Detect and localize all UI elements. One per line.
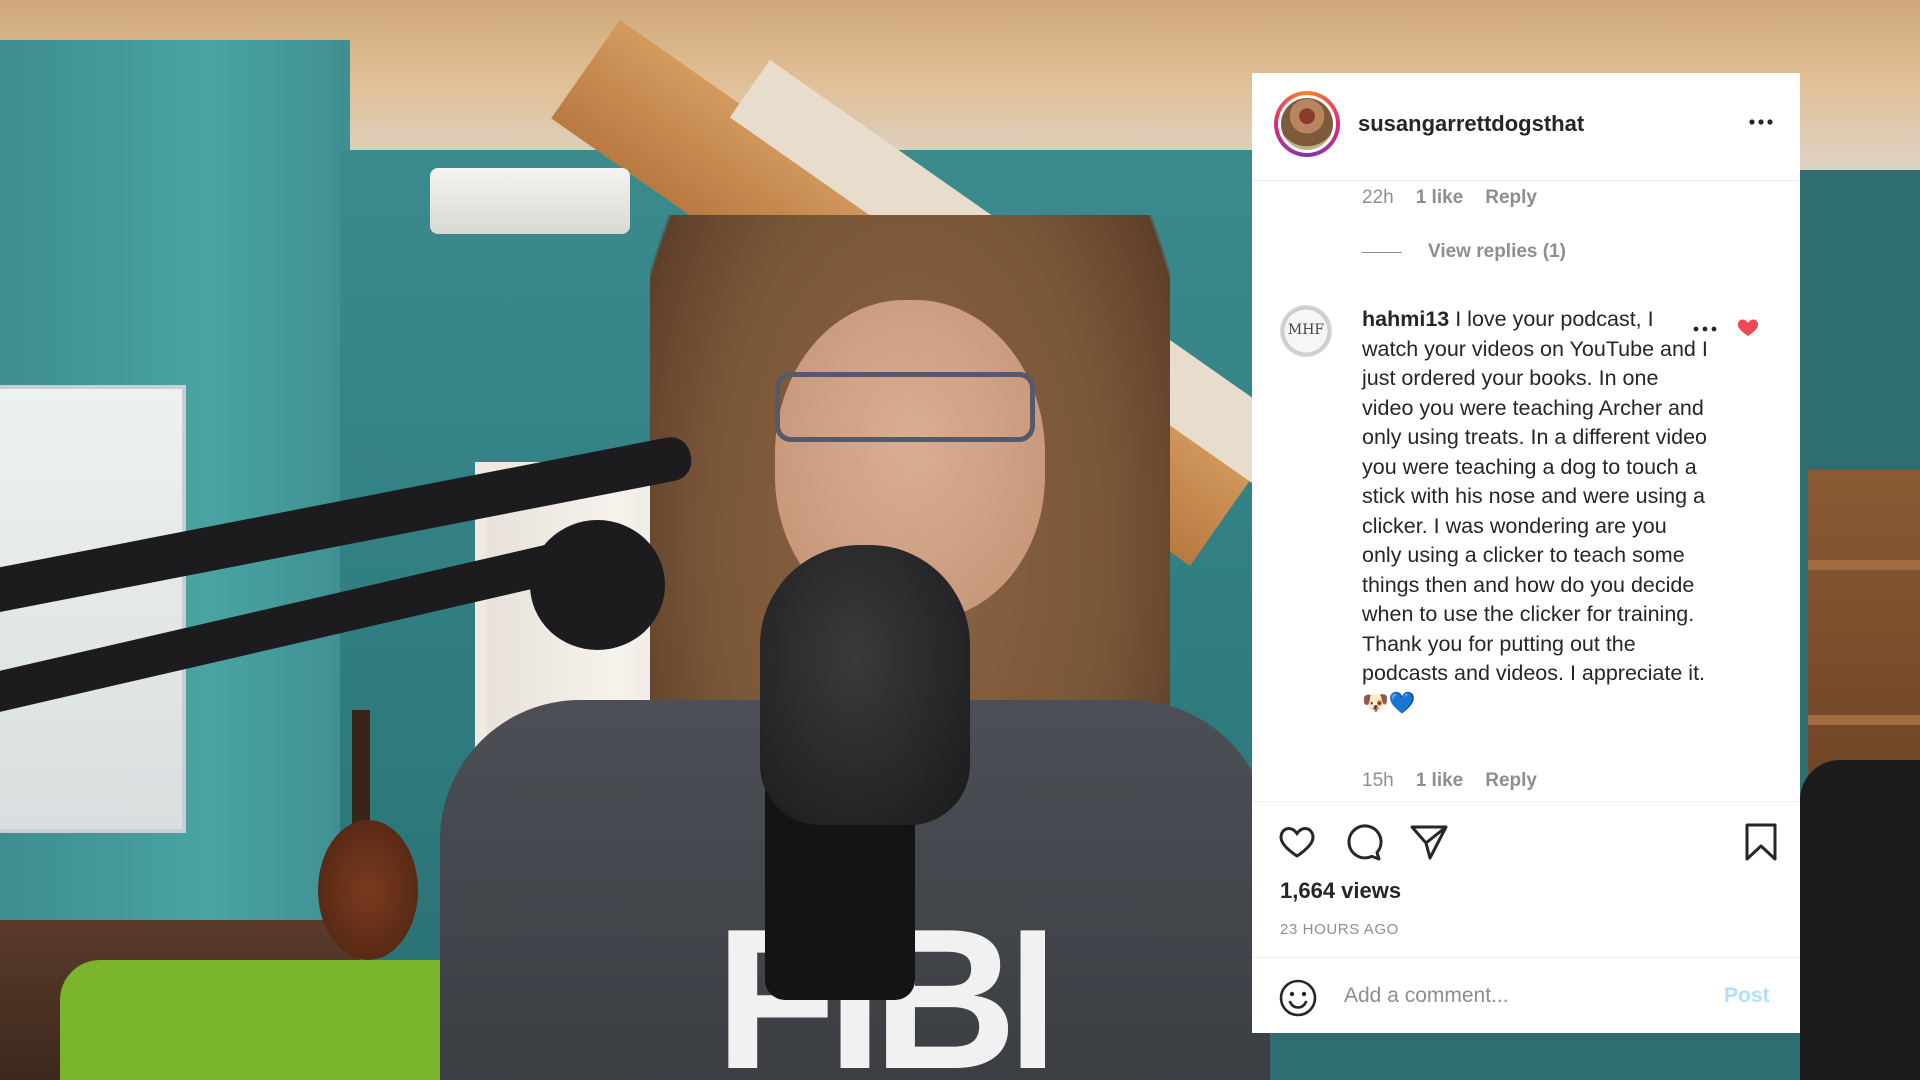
profile-photo — [1281, 98, 1333, 150]
post-header: susangarrettdogsthat — [1252, 73, 1800, 181]
glasses — [775, 372, 1035, 442]
post-timestamp: 23 HOURS AGO — [1280, 921, 1399, 938]
emoji-icon[interactable] — [1278, 978, 1318, 1018]
comment-icon[interactable] — [1342, 821, 1384, 863]
commenter-username[interactable]: hahmi13 — [1362, 307, 1449, 331]
post-username[interactable]: susangarrettdogsthat — [1358, 111, 1584, 137]
comment-likes[interactable]: 1 like — [1416, 770, 1464, 792]
view-replies-label: View replies (1) — [1428, 241, 1566, 262]
post-comment-button[interactable]: Post — [1724, 984, 1770, 1008]
shelf-board — [1808, 560, 1920, 570]
more-options-icon[interactable] — [1746, 107, 1776, 137]
view-replies-button[interactable]: View replies (1) — [1362, 241, 1566, 263]
comment-more-icon[interactable] — [1690, 319, 1720, 339]
guitar — [318, 820, 418, 960]
mic-arm-joint — [530, 520, 665, 650]
add-comment-bar: Post — [1252, 957, 1800, 1033]
replies-divider — [1362, 251, 1402, 253]
comment-text: I love your podcast, I watch your videos… — [1362, 307, 1708, 715]
air-conditioner — [430, 168, 630, 234]
comment-meta: 15h 1 like Reply — [1362, 770, 1537, 792]
shelf-board — [1808, 715, 1920, 725]
profile-avatar[interactable] — [1274, 91, 1340, 157]
microphone-head — [760, 545, 970, 825]
green-blanket — [60, 960, 480, 1080]
bookshelf — [1808, 470, 1920, 800]
comment-time: 22h — [1362, 187, 1394, 208]
instagram-post-panel: susangarrettdogsthat 22h 1 like Reply Vi… — [1252, 73, 1800, 1033]
previous-comment-meta: 22h 1 like Reply — [1362, 187, 1537, 209]
reply-button[interactable]: Reply — [1485, 187, 1537, 209]
view-count[interactable]: 1,664 views — [1280, 878, 1401, 904]
office-chair — [1800, 760, 1920, 1080]
whiteboard — [0, 385, 186, 833]
reply-button[interactable]: Reply — [1485, 770, 1537, 792]
post-actions-divider — [1252, 801, 1800, 842]
comment-like-heart-icon[interactable] — [1736, 315, 1760, 339]
heart-icon[interactable] — [1276, 821, 1318, 863]
comment-likes[interactable]: 1 like — [1416, 187, 1464, 209]
share-icon[interactable] — [1408, 821, 1450, 863]
comment-time: 15h — [1362, 770, 1394, 791]
comment-input[interactable] — [1344, 976, 1704, 1016]
comment-body: hahmi13 I love your podcast, I watch you… — [1362, 305, 1712, 718]
commenter-avatar[interactable]: MHF — [1280, 305, 1332, 357]
guitar-neck — [352, 710, 370, 830]
bookmark-icon[interactable] — [1740, 821, 1782, 863]
